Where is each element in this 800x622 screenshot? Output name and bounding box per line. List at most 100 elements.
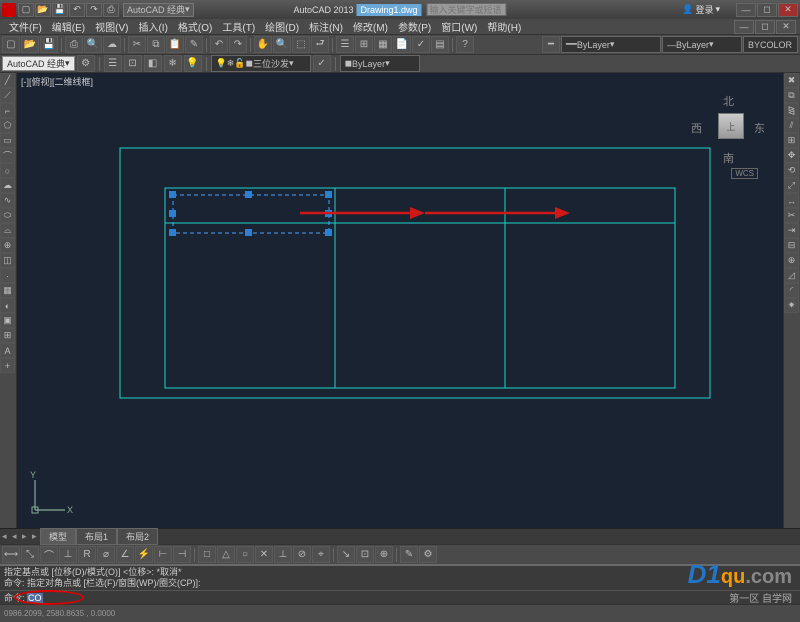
osnap-end-icon[interactable]: □ <box>198 546 216 563</box>
plot-icon[interactable]: ⎙ <box>65 36 83 53</box>
tab-model[interactable]: 模型 <box>40 528 76 545</box>
menu-param[interactable]: 参数(P) <box>393 19 436 34</box>
maximize-button[interactable]: ◻ <box>757 3 777 17</box>
layer-off-icon[interactable]: 💡 <box>184 55 202 72</box>
ws-settings-icon[interactable]: ⚙ <box>77 55 95 72</box>
minimize-button[interactable]: — <box>736 3 756 17</box>
tab-layout1[interactable]: 布局1 <box>76 528 117 545</box>
dim-ord-icon[interactable]: ⊥ <box>59 546 77 563</box>
undo2-icon[interactable]: ↶ <box>210 36 228 53</box>
calc-icon[interactable]: ▤ <box>431 36 449 53</box>
scale-icon[interactable]: ⤢ <box>784 178 799 193</box>
zoom-win-icon[interactable]: ⬚ <box>292 36 310 53</box>
new-file-icon[interactable]: ▢ <box>2 36 20 53</box>
dim-linear-icon[interactable]: ⟷ <box>2 546 20 563</box>
layer-state-icon[interactable]: ⊡ <box>124 55 142 72</box>
menu-dimension[interactable]: 标注(N) <box>304 19 348 34</box>
linetype-combo[interactable]: ━━ ByLayer ▾ <box>561 36 661 53</box>
viewcube-west[interactable]: 西 <box>691 120 702 136</box>
array-icon[interactable]: ⊞ <box>784 133 799 148</box>
insert-icon[interactable]: ⊕ <box>0 238 15 253</box>
rectangle-icon[interactable]: ▭ <box>0 133 15 148</box>
copy2-icon[interactable]: ⧉ <box>784 88 799 103</box>
polygon-icon[interactable]: ⬠ <box>0 118 15 133</box>
paste-icon[interactable]: 📋 <box>166 36 184 53</box>
viewcube-south[interactable]: 南 <box>723 150 734 166</box>
osnap-cen-icon[interactable]: ○ <box>236 546 254 563</box>
sheet-icon[interactable]: 📄 <box>393 36 411 53</box>
dim-aligned-icon[interactable]: ⤡ <box>21 546 39 563</box>
properties-icon[interactable]: ☰ <box>336 36 354 53</box>
osnap-near-icon[interactable]: ⌖ <box>312 546 330 563</box>
close-button[interactable]: ✕ <box>778 3 798 17</box>
mirror-icon[interactable]: ⧎ <box>784 103 799 118</box>
redo2-icon[interactable]: ↷ <box>229 36 247 53</box>
menu-modify[interactable]: 修改(M) <box>348 19 393 34</box>
match-icon[interactable]: ✎ <box>185 36 203 53</box>
stretch-icon[interactable]: ↔ <box>784 193 799 208</box>
doc-close-button[interactable]: ✕ <box>776 20 796 34</box>
help-search-input[interactable] <box>427 3 507 16</box>
ellipsearc-icon[interactable]: ⌓ <box>0 223 15 238</box>
undo-icon[interactable]: ↶ <box>69 3 85 17</box>
markup-icon[interactable]: ✓ <box>412 36 430 53</box>
menu-file[interactable]: 文件(F) <box>4 19 47 34</box>
menu-insert[interactable]: 插入(I) <box>133 19 172 34</box>
explode-icon[interactable]: ✷ <box>784 298 799 313</box>
help-icon[interactable]: ? <box>456 36 474 53</box>
drawing-canvas[interactable]: [-][俯视][二维线框] <box>17 73 783 528</box>
command-history[interactable]: 指定基点或 [位移(D)/模式(O)] <位移>: *取消* 命令: 指定对角点… <box>0 566 800 590</box>
arc-icon[interactable]: ⌒ <box>0 148 15 163</box>
menu-edit[interactable]: 编辑(E) <box>47 19 90 34</box>
workspace-combo[interactable]: AutoCAD 经典 ▾ <box>2 56 75 71</box>
circle-icon[interactable]: ○ <box>0 163 15 178</box>
dim-baseline-icon[interactable]: ⊢ <box>154 546 172 563</box>
chamfer-icon[interactable]: ◿ <box>784 268 799 283</box>
doc-minimize-button[interactable]: — <box>734 20 754 34</box>
viewcube-north[interactable]: 北 <box>723 93 734 109</box>
spline-icon[interactable]: ∿ <box>0 193 15 208</box>
open-icon[interactable]: 📂 <box>35 3 51 17</box>
dim-continue-icon[interactable]: ⊣ <box>173 546 191 563</box>
menu-view[interactable]: 视图(V) <box>90 19 133 34</box>
color-combo[interactable]: ◼ ByLayer ▾ <box>340 55 420 72</box>
break-icon[interactable]: ⊟ <box>784 238 799 253</box>
tab-layout2[interactable]: 布局2 <box>117 528 158 545</box>
command-input-row[interactable]: 命令: CO <box>0 590 800 604</box>
ellipse-icon[interactable]: ⬭ <box>0 208 15 223</box>
plotstyle-combo[interactable]: BYCOLOR <box>743 36 798 53</box>
hatch-icon[interactable]: ▦ <box>0 283 15 298</box>
open-file-icon[interactable]: 📂 <box>21 36 39 53</box>
mtext-icon[interactable]: A <box>0 343 15 358</box>
trim-icon[interactable]: ✂ <box>784 208 799 223</box>
lineweight-combo[interactable]: — ByLayer ▾ <box>662 36 742 53</box>
viewcube[interactable]: 上 北 南 东 西 <box>693 88 763 158</box>
osnap-tan-icon[interactable]: ⊘ <box>293 546 311 563</box>
xline-icon[interactable]: ⟋ <box>0 88 15 103</box>
publish-icon[interactable]: ☁ <box>103 36 121 53</box>
pline-icon[interactable]: ⌐ <box>0 103 15 118</box>
menu-tools[interactable]: 工具(T) <box>217 19 260 34</box>
workspace-selector[interactable]: AutoCAD 经典 ▾ <box>123 3 194 17</box>
point-icon[interactable]: · <box>0 268 15 283</box>
gradient-icon[interactable]: ◐ <box>0 298 15 313</box>
pan-icon[interactable]: ✋ <box>254 36 272 53</box>
doc-restore-button[interactable]: ◻ <box>755 20 775 34</box>
redo-icon[interactable]: ↷ <box>86 3 102 17</box>
join-icon[interactable]: ⊕ <box>784 253 799 268</box>
tab-nav[interactable]: ◂◂▸▸ <box>2 531 42 542</box>
extend-icon[interactable]: ⇥ <box>784 223 799 238</box>
app-logo-icon[interactable] <box>2 3 16 17</box>
print-icon[interactable]: ⎙ <box>103 3 119 17</box>
layer-freeze-icon[interactable]: ❄ <box>164 55 182 72</box>
layer-combo[interactable]: 💡❄🔓◼ 三位沙发 ▾ <box>211 55 311 72</box>
line-icon[interactable]: ╱ <box>0 73 15 88</box>
designcenter-icon[interactable]: ⊞ <box>355 36 373 53</box>
zoom-prev-icon[interactable]: ⮐ <box>311 36 329 53</box>
zoom-icon[interactable]: 🔍 <box>273 36 291 53</box>
preview-icon[interactable]: 🔍 <box>84 36 102 53</box>
osnap-perp-icon[interactable]: ⊥ <box>274 546 292 563</box>
menu-help[interactable]: 帮助(H) <box>482 19 526 34</box>
dimedit-icon[interactable]: ✎ <box>400 546 418 563</box>
coords-readout[interactable]: 0986.2099, 2580.8635 , 0.0000 <box>4 609 115 618</box>
